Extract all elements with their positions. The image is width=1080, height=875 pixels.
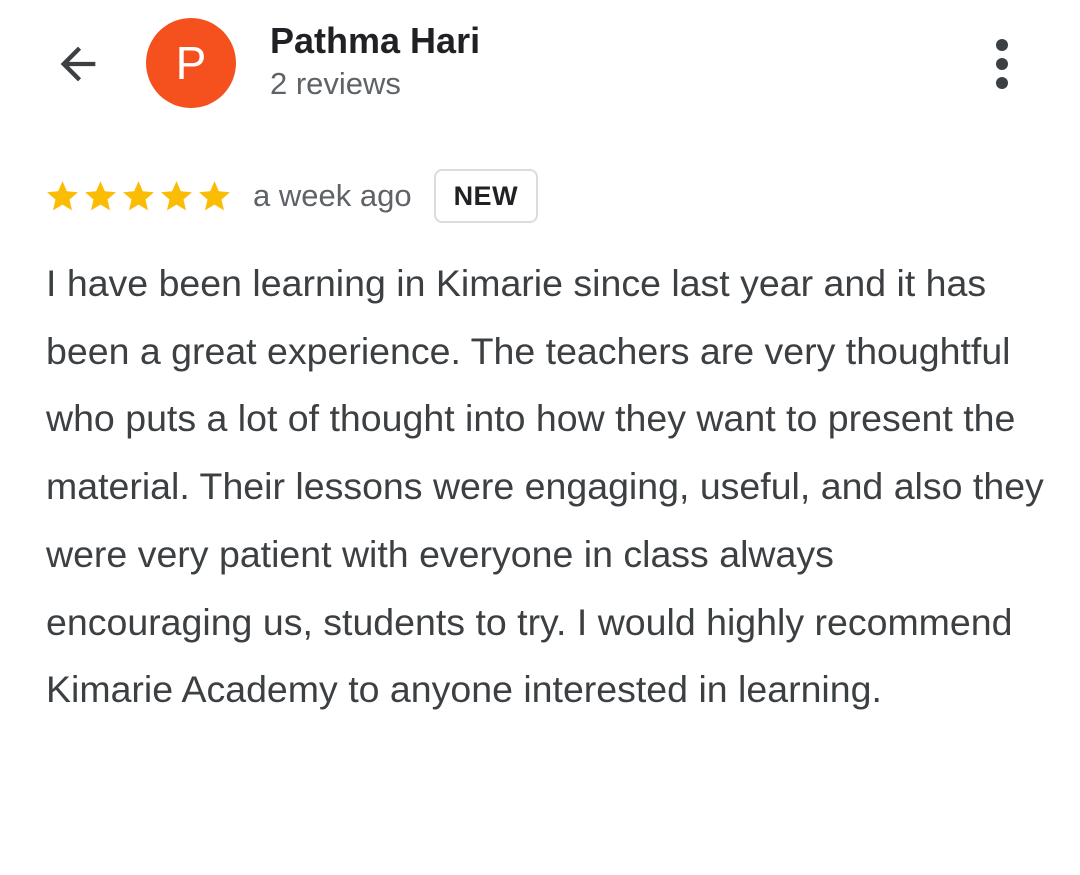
star-rating — [44, 178, 233, 215]
new-badge: NEW — [433, 169, 539, 223]
review-meta: a week ago NEW — [44, 166, 539, 226]
star-icon — [158, 178, 195, 215]
reviewer-header: P Pathma Hari 2 reviews — [0, 0, 1080, 130]
star-icon — [44, 178, 81, 215]
more-options-button[interactable] — [975, 34, 1029, 94]
star-icon — [120, 178, 157, 215]
review-count: 2 reviews — [270, 66, 401, 101]
star-icon — [196, 178, 233, 215]
review-time: a week ago — [253, 178, 412, 213]
reviewer-name[interactable]: Pathma Hari — [270, 20, 480, 62]
avatar[interactable]: P — [146, 18, 236, 108]
arrow-left-icon — [52, 38, 104, 90]
avatar-initial: P — [175, 37, 207, 89]
back-button[interactable] — [48, 34, 108, 94]
more-vert-icon — [992, 36, 1012, 92]
review-text: I have been learning in Kimarie since la… — [46, 262, 1044, 711]
star-icon — [82, 178, 119, 215]
